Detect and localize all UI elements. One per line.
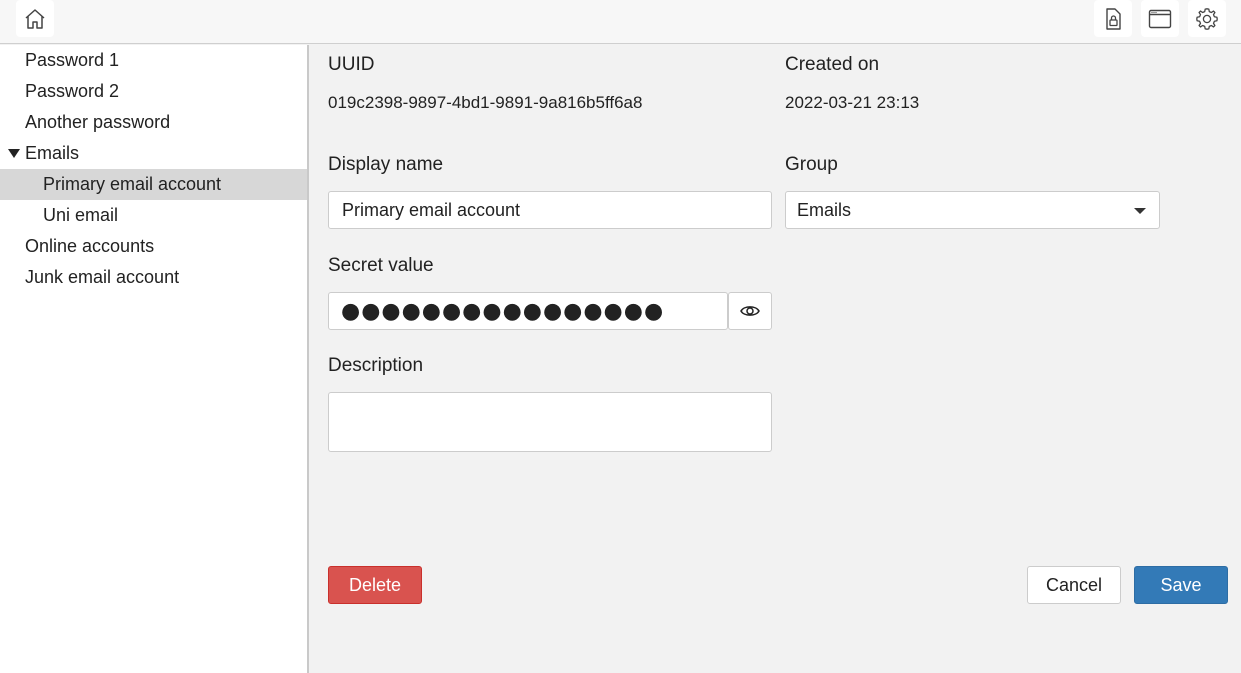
sidebar-item-primary-email-account[interactable]: Primary email account (0, 169, 307, 200)
uuid-value: 019c2398-9897-4bd1-9891-9a816b5ff6a8 (328, 93, 643, 112)
description-field[interactable] (328, 392, 772, 452)
uuid-label: UUID (328, 54, 375, 75)
sidebar-item-label: Primary email account (43, 174, 222, 194)
sidebar-item-label: Uni email (43, 205, 119, 225)
window-button[interactable] (1141, 0, 1179, 37)
sidebar-item-label: Another password (25, 112, 171, 132)
sidebar-item-label: Password 1 (25, 50, 120, 70)
display-name-field[interactable]: Primary email account (328, 191, 772, 229)
sidebar-item-online-accounts[interactable]: Online accounts (0, 231, 307, 262)
display-name-label: Display name (328, 154, 444, 175)
save-button[interactable]: Save (1134, 566, 1228, 604)
file-lock-icon (1106, 7, 1121, 30)
secret-value-field[interactable]: ●●●●●●●●●●●●●●●● (328, 292, 728, 330)
sidebar-item-another-password[interactable]: Another password (0, 107, 307, 138)
sidebar-item-junk-email-account[interactable]: Junk email account (0, 262, 307, 293)
eye-icon (740, 306, 760, 316)
display-name-value: Primary email account (342, 199, 521, 220)
group-label: Group (785, 154, 838, 175)
delete-button[interactable]: Delete (328, 566, 422, 604)
sidebar-item-label: Password 2 (25, 81, 120, 101)
entry-detail-panel: UUID 019c2398-9897-4bd1-9891-9a816b5ff6a… (309, 45, 1241, 673)
sidebar-item-label: Online accounts (25, 236, 155, 256)
top-toolbar (0, 0, 1241, 44)
group-selected-value: Emails (797, 199, 852, 220)
window-icon (1148, 9, 1172, 28)
secret-masked-value: ●●●●●●●●●●●●●●●● (341, 298, 665, 324)
sidebar-item-label: Junk email account (25, 267, 180, 287)
sidebar-item-uni-email[interactable]: Uni email (0, 200, 307, 231)
reveal-secret-button[interactable] (728, 292, 772, 330)
created-on-value: 2022-03-21 23:13 (785, 93, 920, 112)
sidebar-group-emails[interactable]: Emails (0, 138, 307, 169)
description-label: Description (328, 355, 424, 376)
settings-button[interactable] (1188, 0, 1226, 37)
chevron-down-icon (1134, 208, 1146, 214)
lock-file-button[interactable] (1094, 0, 1132, 37)
gear-icon (1196, 7, 1218, 30)
sidebar-item-password-2[interactable]: Password 2 (0, 76, 307, 107)
home-button[interactable] (16, 0, 54, 37)
secret-value-label: Secret value (328, 255, 434, 276)
created-on-label: Created on (785, 54, 880, 75)
entries-sidebar: Password 1 Password 2 Another password E… (0, 45, 309, 673)
home-icon (25, 8, 45, 29)
expand-caret-icon[interactable] (8, 149, 20, 158)
sidebar-item-password-1[interactable]: Password 1 (0, 45, 307, 76)
sidebar-item-label: Emails (25, 143, 80, 163)
group-select[interactable]: Emails (785, 191, 1160, 229)
cancel-button[interactable]: Cancel (1027, 566, 1121, 604)
